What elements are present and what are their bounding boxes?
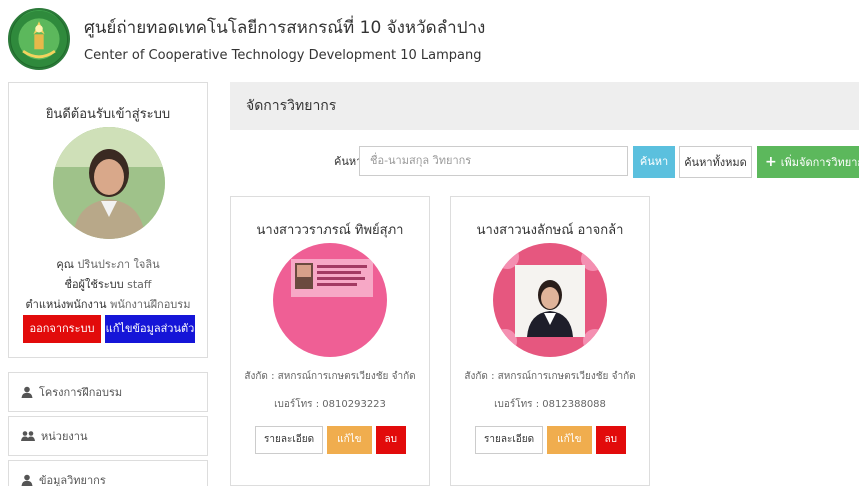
speaker-phone: เบอร์โทร : 0810293223 xyxy=(274,399,386,410)
search-input[interactable]: ชื่อ-นามสกุล วิทยากร xyxy=(359,146,628,176)
delete-button[interactable]: ลบ xyxy=(375,426,406,454)
page-title: จัดการวิทยากร xyxy=(230,82,859,130)
edit-button[interactable]: แก้ไข xyxy=(547,426,592,454)
name-value: ปรินประภา ใจลิน xyxy=(77,258,160,271)
add-speaker-label: เพิ่มจัดการวิทยากร xyxy=(780,156,859,169)
delete-button[interactable]: ลบ xyxy=(595,426,626,454)
site-title-thai: ศูนย์ถ่ายทอดเทคโนโลยีการสหกรณ์ที่ 10 จัง… xyxy=(84,18,486,38)
logout-button[interactable]: ออกจากระบบ xyxy=(23,315,101,343)
speaker-card: นางสาวนงลักษณ์ อาจกล้า สังกัด : สหกรณ์กา… xyxy=(450,196,650,486)
profile-position: ตำแหน่งพนักงาน พนักงานฝึกอบรม xyxy=(9,295,207,313)
edit-profile-button[interactable]: แก้ไขข้อมูลส่วนตัว xyxy=(105,315,195,343)
avatar xyxy=(53,127,165,239)
card-actions: รายละเอียด แก้ไข ลบ xyxy=(475,426,626,454)
sidebar-item-label: ข้อมูลวิทยากร xyxy=(39,474,106,486)
username-label: ชื่อผู้ใช้ระบบ xyxy=(64,278,124,291)
search-all-button[interactable]: ค้นหาทั้งหมด xyxy=(679,146,752,178)
user-icon xyxy=(21,386,33,398)
add-speaker-button[interactable]: +เพิ่มจัดการวิทยากร xyxy=(757,146,859,178)
speaker-name: นางสาววราภรณ์ ทิพย์สุภา xyxy=(256,223,404,238)
detail-button[interactable]: รายละเอียด xyxy=(255,426,324,454)
position-value: พนักงานฝึกอบรม xyxy=(110,298,191,311)
plus-icon: + xyxy=(765,154,777,170)
detail-button[interactable]: รายละเอียด xyxy=(475,426,544,454)
speaker-affiliation: สังกัด : สหกรณ์การเกษตรเวียงชัย จำกัด xyxy=(244,371,416,382)
user-icon xyxy=(21,474,33,486)
sidebar-item-speaker-info[interactable]: ข้อมูลวิทยากร xyxy=(8,460,208,486)
name-label: คุณ xyxy=(56,258,74,271)
speaker-name: นางสาวนงลักษณ์ อาจกล้า xyxy=(476,223,624,238)
speaker-phone: เบอร์โทร : 0812388088 xyxy=(494,399,606,410)
sidebar-item-training-projects[interactable]: โครงการฝึกอบรม xyxy=(8,372,208,412)
welcome-heading: ยินดีต้อนรับเข้าสู่ระบบ xyxy=(45,107,171,122)
profile-panel: ยินดีต้อนรับเข้าสู่ระบบ คุณ ปรินประภา ใจ… xyxy=(8,82,208,358)
site-title-english: Center of Cooperative Technology Develop… xyxy=(84,48,482,63)
profile-name: คุณ ปรินประภา ใจลิน xyxy=(9,255,207,273)
speaker-photo xyxy=(273,243,387,357)
profile-username: ชื่อผู้ใช้ระบบ staff xyxy=(9,275,207,293)
card-actions: รายละเอียด แก้ไข ลบ xyxy=(255,426,406,454)
edit-button[interactable]: แก้ไข xyxy=(327,426,372,454)
speaker-card: นางสาววราภรณ์ ทิพย์สุภา สังกัด : สหกรณ์ก… xyxy=(230,196,430,486)
position-label: ตำแหน่งพนักงาน xyxy=(25,298,107,311)
search-button[interactable]: ค้นหา xyxy=(633,146,675,178)
sidebar-item-departments[interactable]: หน่วยงาน xyxy=(8,416,208,456)
users-icon xyxy=(21,431,35,441)
username-value: staff xyxy=(127,278,152,291)
sidebar-item-label: หน่วยงาน xyxy=(41,430,88,443)
speaker-photo xyxy=(493,243,607,357)
sidebar-item-label: โครงการฝึกอบรม xyxy=(39,386,123,399)
organization-logo xyxy=(8,8,70,70)
speaker-affiliation: สังกัด : สหกรณ์การเกษตรเวียงชัย จำกัด xyxy=(464,371,636,382)
